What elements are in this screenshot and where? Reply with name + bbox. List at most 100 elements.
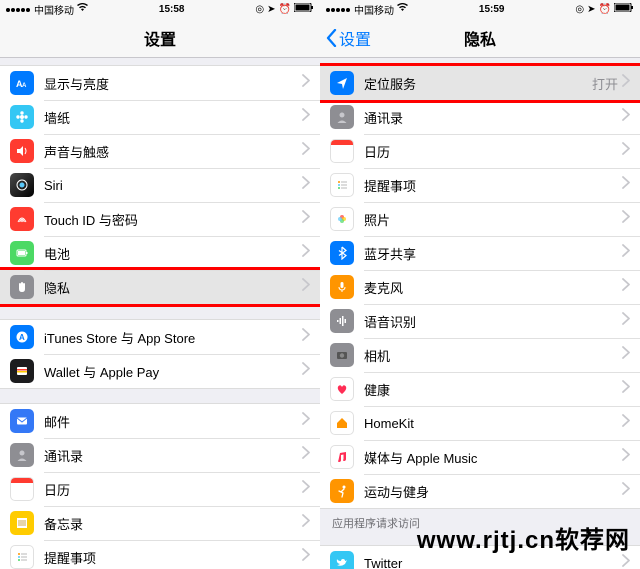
- fingerprint-icon: [10, 207, 34, 231]
- nav-header: 设置: [0, 18, 320, 58]
- settings-row-camera[interactable]: 相机: [320, 338, 640, 372]
- mail-icon: [10, 409, 34, 433]
- chevron-right-icon: [302, 108, 310, 126]
- settings-row-microphone[interactable]: 麦克风: [320, 270, 640, 304]
- settings-row-speech[interactable]: 语音识别: [320, 304, 640, 338]
- chevron-right-icon: [302, 328, 310, 346]
- settings-row-reminders[interactable]: 提醒事项: [320, 168, 640, 202]
- home-icon: [330, 411, 354, 435]
- clock-label: 15:59: [479, 4, 505, 15]
- health-icon: [330, 377, 354, 401]
- settings-row-touchid[interactable]: Touch ID 与密码: [0, 202, 320, 236]
- settings-row-contacts[interactable]: 通讯录: [0, 438, 320, 472]
- row-label: 健康: [364, 380, 622, 399]
- chevron-right-icon: [622, 142, 630, 160]
- chevron-right-icon: [302, 210, 310, 228]
- settings-group: AA 显示与亮度 墙纸 声音与触感 Siri Touch ID 与密码 电池 隐…: [0, 65, 320, 305]
- settings-row-calendar[interactable]: 日历: [0, 472, 320, 506]
- settings-row-reminders[interactable]: 提醒事项: [0, 540, 320, 569]
- settings-row-location[interactable]: 定位服务 打开: [320, 66, 640, 100]
- row-label: 日历: [44, 480, 302, 499]
- flower-icon: [10, 105, 34, 129]
- row-label: 蓝牙共享: [364, 244, 622, 263]
- notes-icon: [10, 511, 34, 535]
- alarm-icon: ⏰: [279, 4, 291, 15]
- row-label: 提醒事项: [44, 548, 302, 567]
- svg-text:A: A: [19, 333, 25, 342]
- row-label: 通讯录: [364, 108, 622, 127]
- battery-icon: [294, 3, 314, 15]
- chevron-right-icon: [622, 482, 630, 500]
- row-label: 电池: [44, 244, 302, 263]
- carrier-label: 中国移动: [354, 2, 394, 17]
- row-label: 运动与健身: [364, 482, 622, 501]
- row-label: 备忘录: [44, 514, 302, 533]
- photos-icon: [330, 207, 354, 231]
- battery-icon: [10, 241, 34, 265]
- back-label: 设置: [339, 26, 371, 50]
- chevron-right-icon: [302, 362, 310, 380]
- settings-row-itunes[interactable]: A iTunes Store 与 App Store: [0, 320, 320, 354]
- alarm-icon: ⏰: [599, 4, 611, 15]
- chevron-right-icon: [302, 142, 310, 160]
- music-icon: [330, 445, 354, 469]
- chevron-right-icon: [622, 380, 630, 398]
- settings-row-bluetooth[interactable]: 蓝牙共享: [320, 236, 640, 270]
- chevron-right-icon: [302, 480, 310, 498]
- calendar-icon: [330, 139, 354, 163]
- settings-row-privacy[interactable]: 隐私: [0, 270, 320, 304]
- chevron-right-icon: [622, 176, 630, 194]
- location-icon: ➤: [587, 4, 595, 15]
- chevron-right-icon: [622, 210, 630, 228]
- row-label: iTunes Store 与 App Store: [44, 328, 302, 347]
- chevron-right-icon: [622, 108, 630, 126]
- settings-row-motion[interactable]: 运动与健身: [320, 474, 640, 508]
- wifi-icon: [77, 3, 88, 15]
- settings-row-music[interactable]: 媒体与 Apple Music: [320, 440, 640, 474]
- settings-row-sounds[interactable]: 声音与触感: [0, 134, 320, 168]
- contacts-icon: [330, 105, 354, 129]
- chevron-right-icon: [302, 412, 310, 430]
- row-label: 墙纸: [44, 108, 302, 127]
- row-label: 显示与亮度: [44, 74, 302, 93]
- motion-icon: [330, 479, 354, 503]
- chevron-right-icon: [622, 278, 630, 296]
- settings-row-wallpaper[interactable]: 墙纸: [0, 100, 320, 134]
- settings-row-homekit[interactable]: HomeKit: [320, 406, 640, 440]
- camera-icon: [330, 343, 354, 367]
- settings-row-siri[interactable]: Siri: [0, 168, 320, 202]
- siri-icon: [10, 173, 34, 197]
- settings-row-contacts[interactable]: 通讯录: [320, 100, 640, 134]
- chevron-right-icon: [622, 414, 630, 432]
- svg-text:A: A: [22, 83, 27, 89]
- bluetooth-icon: [330, 241, 354, 265]
- row-label: 声音与触感: [44, 142, 302, 161]
- settings-row-health[interactable]: 健康: [320, 372, 640, 406]
- settings-row-calendar[interactable]: 日历: [320, 134, 640, 168]
- row-label: Wallet 与 Apple Pay: [44, 362, 302, 381]
- chevron-right-icon: [302, 176, 310, 194]
- mic-icon: [330, 275, 354, 299]
- location-icon: ➤: [267, 4, 275, 15]
- settings-row-wallet[interactable]: Wallet 与 Apple Pay: [0, 354, 320, 388]
- row-label: 语音识别: [364, 312, 622, 331]
- speaker-icon: [10, 139, 34, 163]
- settings-row-notes[interactable]: 备忘录: [0, 506, 320, 540]
- row-label: 定位服务: [364, 74, 592, 93]
- settings-row-battery[interactable]: 电池: [0, 236, 320, 270]
- clock-label: 15:58: [159, 4, 185, 15]
- settings-group: A iTunes Store 与 App Store Wallet 与 Appl…: [0, 319, 320, 389]
- status-bar: 中国移动 15:59 ◎ ➤ ⏰: [320, 0, 640, 18]
- row-label: 通讯录: [44, 446, 302, 465]
- row-label: 隐私: [44, 278, 302, 297]
- back-button[interactable]: 设置: [326, 18, 371, 58]
- settings-row-mail[interactable]: 邮件: [0, 404, 320, 438]
- row-label: 相机: [364, 346, 622, 365]
- chevron-right-icon: [622, 448, 630, 466]
- settings-group: 定位服务 打开 通讯录 日历 提醒事项 照片 蓝牙共享 麦克风 语音识别: [320, 65, 640, 509]
- settings-row-display[interactable]: AA 显示与亮度: [0, 66, 320, 100]
- chevron-right-icon: [302, 548, 310, 566]
- row-label: 照片: [364, 210, 622, 229]
- settings-row-photos[interactable]: 照片: [320, 202, 640, 236]
- text-icon: AA: [10, 71, 34, 95]
